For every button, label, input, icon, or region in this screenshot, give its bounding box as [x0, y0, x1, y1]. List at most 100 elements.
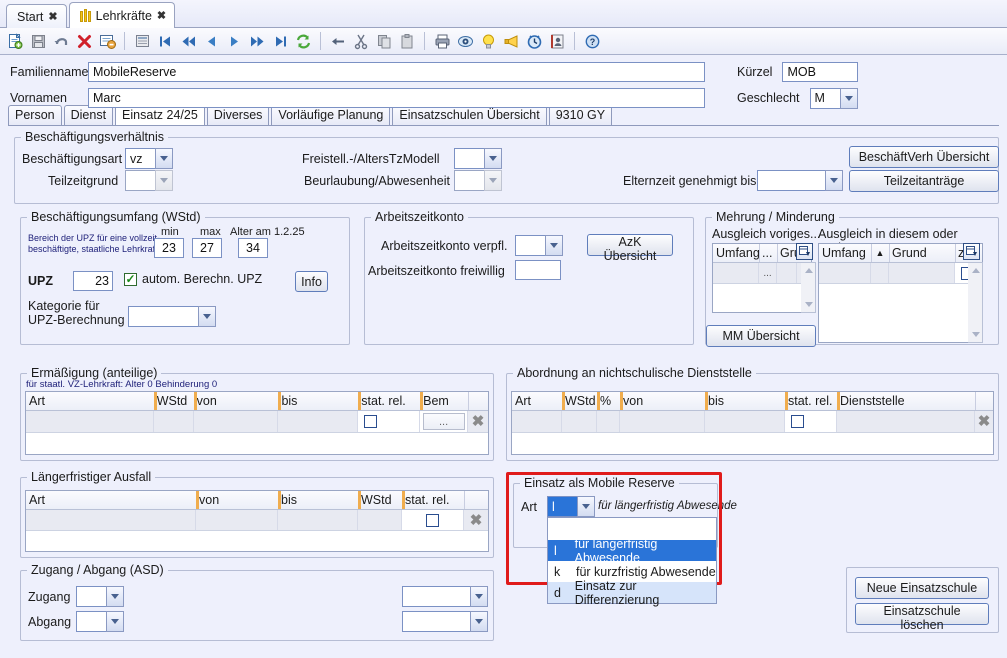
autom-berechn-upz-checkbox[interactable]: ✓ autom. Berechn. UPZ	[124, 272, 262, 286]
next-page-icon[interactable]	[246, 30, 268, 52]
geschlecht-combo[interactable]: M	[809, 87, 858, 109]
chevron-down-icon[interactable]	[825, 170, 843, 191]
th-grund[interactable]: Grund	[889, 244, 955, 262]
th-bem[interactable]: Bem	[420, 392, 468, 410]
cell-grund[interactable]	[889, 263, 955, 283]
prev-page-icon[interactable]	[177, 30, 199, 52]
cell-art[interactable]	[26, 411, 154, 432]
address-book-icon[interactable]	[546, 30, 568, 52]
chevron-down-icon[interactable]	[545, 235, 563, 256]
new-document-icon[interactable]	[4, 30, 26, 52]
next-record-icon[interactable]	[223, 30, 245, 52]
scroll-down-icon[interactable]	[803, 300, 814, 309]
mm-uebersicht-button[interactable]: MM Übersicht	[706, 325, 816, 347]
table-row[interactable]	[819, 263, 982, 284]
th-dienststelle[interactable]: Dienststelle	[837, 392, 975, 410]
checkbox-unchecked[interactable]	[791, 415, 804, 428]
max-input[interactable]	[192, 238, 222, 258]
window-tab-lehrkraefte[interactable]: Lehrkräfte ✖	[68, 2, 176, 28]
th-grund[interactable]: Gru	[777, 244, 797, 262]
grid-config-icon[interactable]	[963, 243, 980, 260]
th-von[interactable]: von	[196, 491, 278, 509]
th-bis[interactable]: bis	[705, 392, 785, 410]
th-art[interactable]: Art	[512, 392, 562, 410]
th-actions[interactable]	[468, 392, 488, 410]
th-stat-rel[interactable]: stat. rel.	[402, 491, 464, 509]
cell-von[interactable]	[620, 411, 705, 432]
cell-delete[interactable]: ✖	[468, 411, 488, 432]
table-row[interactable]: ✖	[26, 510, 488, 531]
teilzeitgrund-combo[interactable]	[125, 170, 173, 191]
checkbox-unchecked[interactable]	[364, 415, 378, 428]
mm-right-scrollbar[interactable]	[968, 262, 983, 343]
cell-dots[interactable]: ...	[759, 263, 777, 283]
clock-icon[interactable]	[523, 30, 545, 52]
cell-bis[interactable]	[705, 411, 785, 432]
cell-wstd[interactable]	[562, 411, 597, 432]
min-input[interactable]	[154, 238, 184, 258]
scroll-up-icon[interactable]	[970, 266, 981, 275]
chevron-down-icon[interactable]	[155, 148, 173, 169]
alter-input[interactable]	[238, 238, 268, 258]
cell-delete[interactable]: ✖	[464, 510, 488, 530]
chevron-down-icon[interactable]	[106, 611, 124, 632]
mm-left-scrollbar[interactable]	[801, 262, 816, 313]
cell-stat-rel[interactable]	[402, 510, 464, 530]
th-von[interactable]: von	[193, 392, 279, 410]
ermaessigung-table[interactable]: Art WStd von bis stat. rel. Bem ... ✖	[25, 391, 489, 455]
hint-icon[interactable]	[477, 30, 499, 52]
zugang-combo[interactable]	[76, 586, 124, 607]
undo-icon[interactable]	[50, 30, 72, 52]
delete-row-icon[interactable]: ✖	[466, 511, 486, 530]
cell-grund[interactable]	[777, 263, 797, 283]
cell-prozent[interactable]	[597, 411, 620, 432]
azk-uebersicht-button[interactable]: AzK Übersicht	[587, 234, 673, 263]
delete-row-icon[interactable]: ✖	[975, 412, 993, 431]
cell-von[interactable]	[194, 411, 279, 432]
elternzeit-combo[interactable]	[757, 170, 843, 191]
th-art[interactable]: Art	[26, 392, 154, 410]
window-tab-start[interactable]: Start ✖	[6, 4, 67, 28]
kategorie-upz-combo[interactable]	[128, 306, 216, 327]
beschaeftverh-uebersicht-button[interactable]: BeschäftVerh Übersicht	[849, 146, 999, 168]
cell-bis[interactable]	[278, 510, 358, 530]
beschaeftigungsart-combo[interactable]: vz	[125, 148, 173, 169]
neue-einsatzschule-button[interactable]: Neue Einsatzschule	[855, 577, 989, 599]
th-art[interactable]: Art	[26, 491, 196, 509]
close-icon[interactable]: ✖	[48, 10, 57, 23]
cell-art[interactable]	[26, 510, 196, 530]
abgang-combo[interactable]	[76, 611, 124, 632]
th-stat-rel[interactable]: stat. rel.	[785, 392, 837, 410]
chevron-down-icon[interactable]	[470, 586, 488, 607]
familienname-input[interactable]	[88, 62, 705, 82]
cell-bem[interactable]: ...	[420, 411, 468, 432]
table-row[interactable]: ... ✖	[26, 411, 488, 433]
einsatzschule-loeschen-button[interactable]: Einsatzschule löschen	[855, 603, 989, 632]
delete-icon[interactable]	[73, 30, 95, 52]
cell-art[interactable]	[512, 411, 562, 432]
last-record-icon[interactable]	[269, 30, 291, 52]
chevron-down-icon[interactable]	[106, 586, 124, 607]
delete-row-icon[interactable]: ✖	[468, 412, 488, 431]
back-arrow-icon[interactable]	[327, 30, 349, 52]
close-icon[interactable]: ✖	[157, 9, 166, 22]
grid-config-icon[interactable]	[796, 243, 813, 260]
th-von[interactable]: von	[620, 392, 705, 410]
th-prozent[interactable]: %	[597, 392, 620, 410]
first-record-icon[interactable]	[154, 30, 176, 52]
freistell-combo[interactable]	[454, 148, 502, 169]
mm-right-table[interactable]: Umfang ▲ Grund zäh	[818, 243, 983, 343]
megaphone-icon[interactable]	[500, 30, 522, 52]
chevron-down-icon[interactable]	[484, 148, 502, 169]
chevron-down-icon[interactable]	[155, 170, 173, 191]
chevron-down-icon[interactable]	[577, 496, 595, 517]
ausfall-table[interactable]: Art von bis WStd stat. rel. ✖	[25, 490, 489, 552]
cell-dienststelle[interactable]	[837, 411, 975, 432]
table-row[interactable]: ...	[713, 263, 811, 284]
checkbox-unchecked[interactable]	[426, 513, 439, 527]
vornamen-input[interactable]	[88, 88, 705, 108]
zugang-date-combo[interactable]	[402, 586, 488, 607]
help-icon[interactable]: ?	[581, 30, 603, 52]
form-remove-icon[interactable]	[96, 30, 118, 52]
dropdown-item-l[interactable]: l für längerfristig Abwesende	[548, 537, 716, 565]
